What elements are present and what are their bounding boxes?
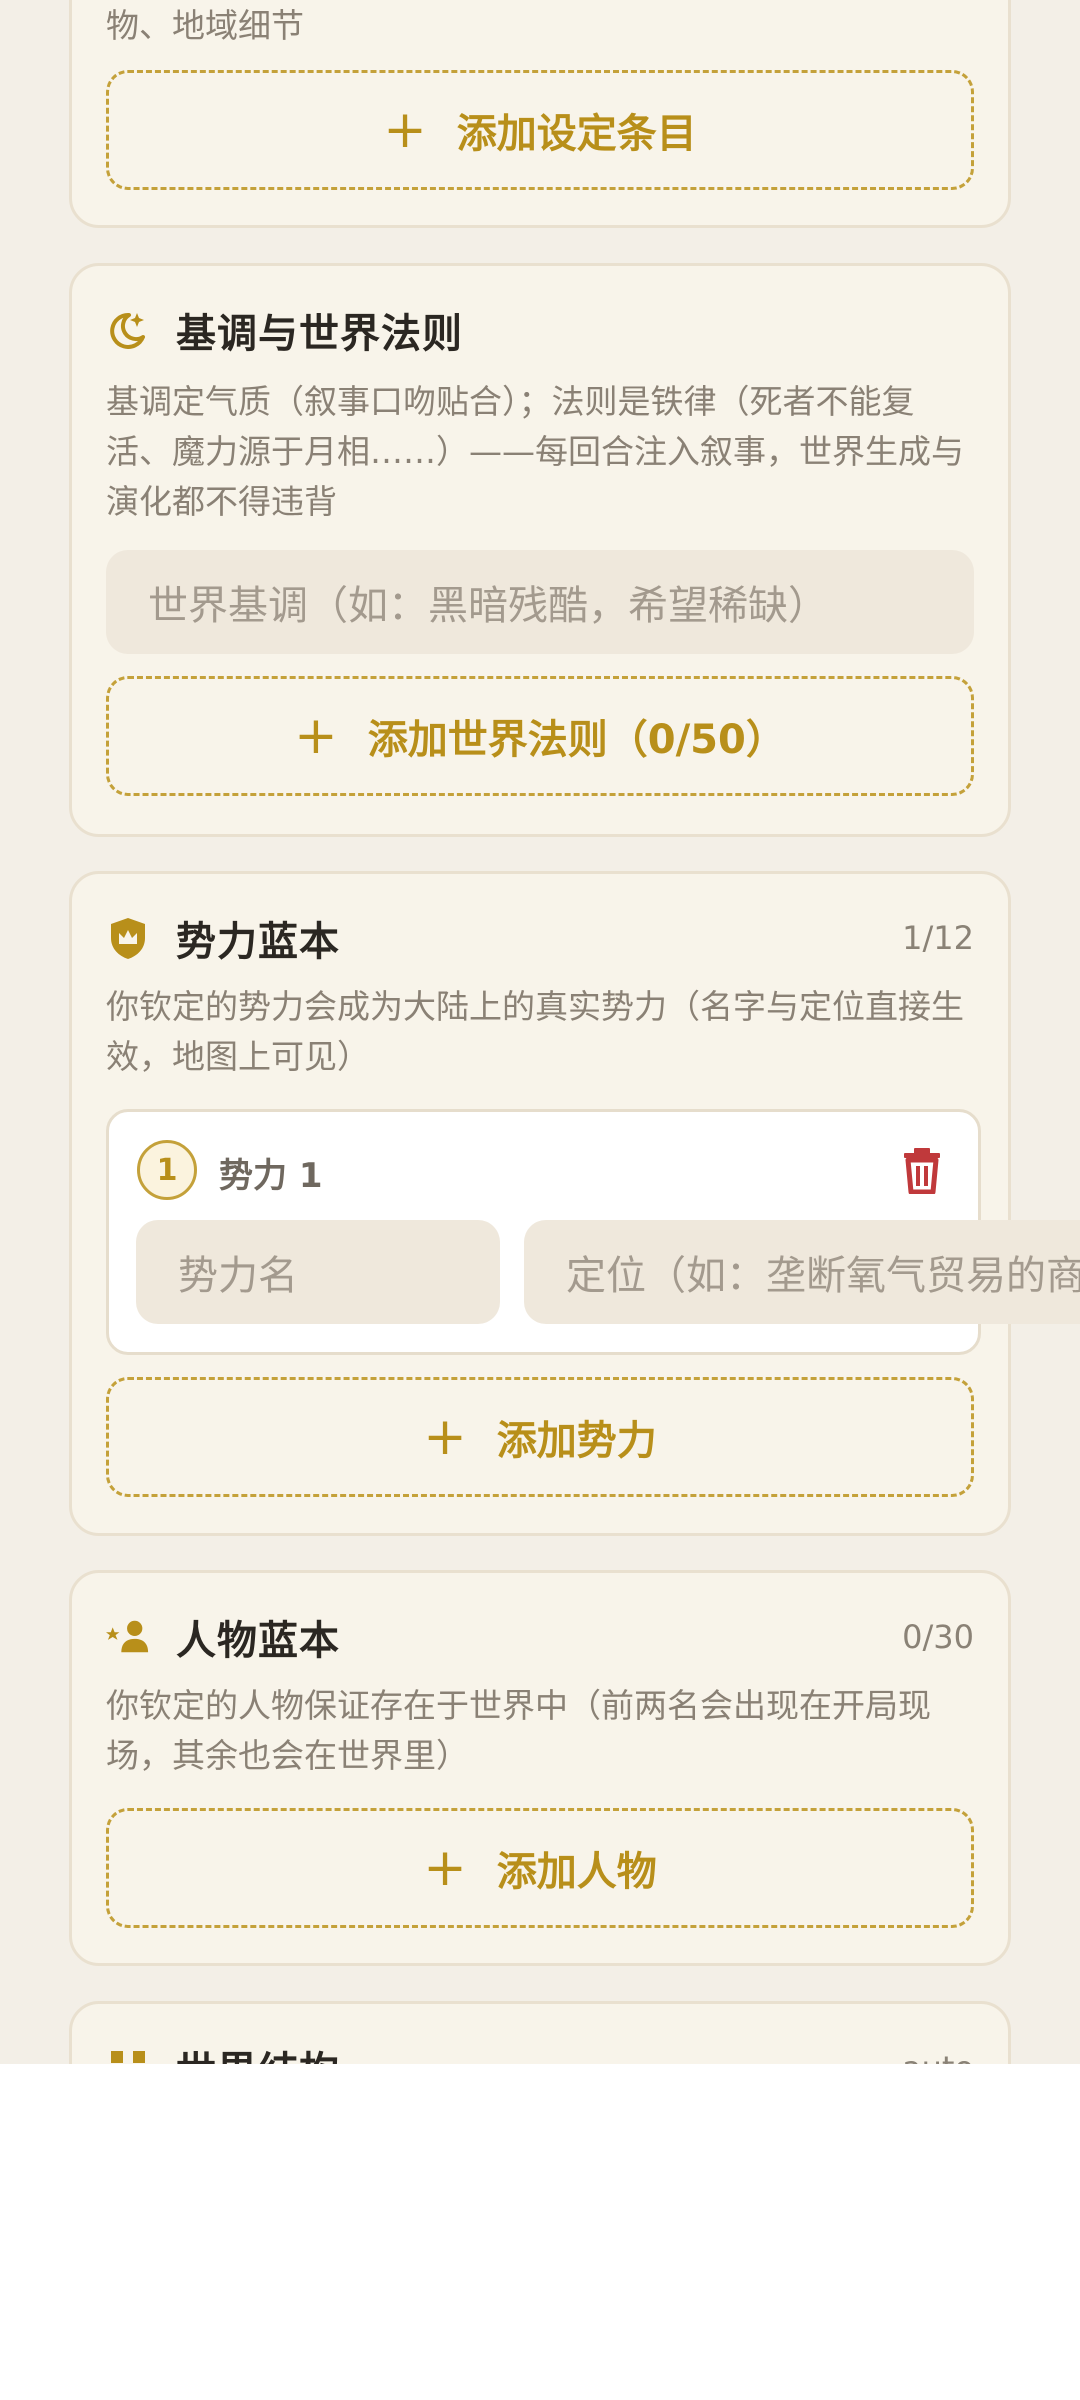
moon-stars-icon (106, 308, 150, 352)
tone-rules-title: 基调与世界法则 (176, 311, 463, 357)
character-card: 人物蓝本 0/30 你钦定的人物保证存在于世界中（前两名会出现在开局现场，其余也… (69, 1570, 1011, 1966)
structure-icon (106, 2046, 150, 2064)
shield-crown-icon (106, 916, 150, 960)
person-star-icon (106, 1615, 150, 1659)
faction-item-label: 势力 1 (219, 1156, 323, 1196)
trash-icon[interactable] (900, 1146, 944, 1195)
world-tone-input[interactable]: 世界基调（如：黑暗残酷，希望稀缺） (106, 550, 974, 654)
plus-icon: + (423, 1838, 467, 1898)
faction-name-input[interactable]: 势力名 (136, 1220, 500, 1324)
add-character-button[interactable]: + 添加人物 (106, 1808, 974, 1928)
structure-card: 世界结构 auto (69, 2001, 1011, 2064)
tone-rules-header: 基调与世界法则 (106, 300, 974, 360)
structure-header: 世界结构 auto (106, 2038, 974, 2064)
structure-title: 世界结构 (176, 2039, 340, 2064)
add-setting-label: 添加设定条目 (456, 111, 697, 157)
plus-icon: + (383, 100, 427, 160)
plus-icon: + (294, 706, 338, 766)
faction-desc: 你钦定的势力会成为大陆上的真实势力（名字与定位直接生效，地图上可见） (106, 987, 964, 1076)
faction-header: 势力蓝本 1/12 (106, 908, 974, 968)
faction-title: 势力蓝本 (176, 919, 340, 965)
faction-count: 1/12 (902, 919, 974, 957)
add-character-label: 添加人物 (496, 1849, 657, 1895)
add-setting-button[interactable]: + 添加设定条目 (106, 70, 974, 190)
structure-count: auto (902, 2049, 974, 2064)
settings-card: 物、地域细节 + 添加设定条目 (69, 0, 1011, 228)
tone-rules-card: 基调与世界法则 基调定气质（叙事口吻贴合）；法则是铁律（死者不能复活、魔力源于月… (69, 263, 1011, 837)
tone-rules-desc: 基调定气质（叙事口吻贴合）；法则是铁律（死者不能复活、魔力源于月相……）——每回… (106, 382, 964, 521)
character-header: 人物蓝本 0/30 (106, 1607, 974, 1667)
character-desc: 你钦定的人物保证存在于世界中（前两名会出现在开局现场，其余也会在世界里） (106, 1686, 931, 1775)
faction-card: 势力蓝本 1/12 你钦定的势力会成为大陆上的真实势力（名字与定位直接生效，地图… (69, 871, 1080, 1536)
plus-icon: + (423, 1407, 467, 1467)
faction-number-badge: 1 (137, 1140, 197, 1200)
settings-desc: 物、地域细节 (106, 6, 304, 45)
character-count: 0/30 (902, 1618, 974, 1656)
add-world-rule-label: 添加世界法则（0/50） (367, 717, 786, 763)
add-faction-label: 添加势力 (496, 1418, 657, 1464)
faction-item: 1 势力 1 势力名 定位（如：垄断氧气贸易的商会） (106, 1109, 1080, 1355)
add-faction-button[interactable]: + 添加势力 (106, 1377, 974, 1497)
character-title: 人物蓝本 (176, 1618, 340, 1664)
scroll-viewport[interactable]: 物、地域细节 + 添加设定条目 基调与世界法则 基调定气质（叙事口吻贴合）；法则… (0, 0, 1080, 2064)
add-world-rule-button[interactable]: + 添加世界法则（0/50） (106, 676, 974, 796)
faction-role-input[interactable]: 定位（如：垄断氧气贸易的商会） (524, 1220, 1080, 1324)
